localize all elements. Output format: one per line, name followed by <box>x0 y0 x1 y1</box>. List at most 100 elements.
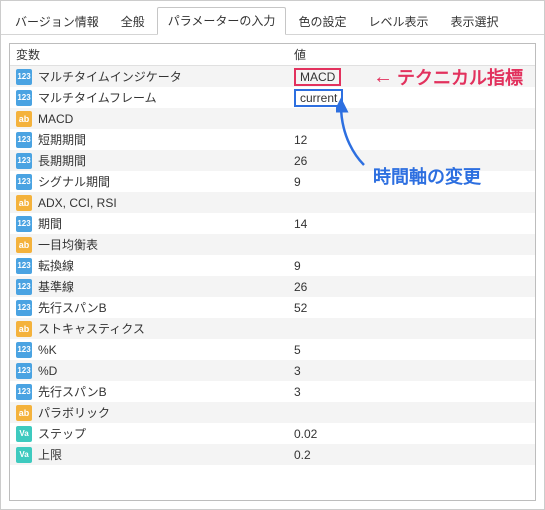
value-cell[interactable]: 9 <box>288 259 535 273</box>
table-row[interactable]: Va 上限 0.2 <box>10 444 535 465</box>
variable-cell: Vaステップ <box>10 425 288 442</box>
number-icon: 123 <box>16 384 32 400</box>
number-icon: 123 <box>16 300 32 316</box>
variable-label: マルチタイムフレーム <box>38 89 157 106</box>
variable-cell: 123 シグナル期間 <box>10 173 288 190</box>
number-icon: 123 <box>16 69 32 85</box>
table-row[interactable]: abパラボリック <box>10 402 535 423</box>
number-icon: 123 <box>16 174 32 190</box>
variable-label: パラボリック <box>38 404 110 421</box>
variable-label: %K <box>38 343 57 357</box>
variable-label: 基準線 <box>38 278 74 295</box>
text-icon: ab <box>16 195 32 211</box>
table-row[interactable]: 123マルチタイムフレーム current <box>10 87 535 108</box>
value-cell[interactable]: MACD <box>288 68 535 86</box>
value-cell[interactable]: 9 <box>288 175 535 189</box>
number-icon: 123 <box>16 363 32 379</box>
value-cell[interactable]: current <box>288 89 535 107</box>
number-icon: 123 <box>16 258 32 274</box>
variable-cell: 123%D <box>10 363 288 379</box>
value-text: 5 <box>294 343 301 357</box>
table-row[interactable]: Vaステップ 0.02 <box>10 423 535 444</box>
tab-version-info[interactable]: バージョン情報 <box>5 9 109 35</box>
number-icon: 123 <box>16 132 32 148</box>
variable-cell: abパラボリック <box>10 404 288 421</box>
value-text: 0.2 <box>294 448 311 462</box>
table-row[interactable]: 123 基準線 26 <box>10 276 535 297</box>
table-row[interactable]: 123 マルチタイムインジケータ MACD <box>10 66 535 87</box>
variable-cell: ab MACD <box>10 111 288 127</box>
table-row[interactable]: abストキャスティクス <box>10 318 535 339</box>
value-cell[interactable]: 5 <box>288 343 535 357</box>
table-row[interactable]: 123%K 5 <box>10 339 535 360</box>
value-text: current <box>294 89 343 107</box>
table-row[interactable]: 123 長期期間 26 <box>10 150 535 171</box>
table-row[interactable]: ab 一目均衡表 <box>10 234 535 255</box>
parameter-table: 変数 値 123マルチタイムインジケータMACD123マルチタイムフレームcur… <box>9 43 536 501</box>
tab-level-display[interactable]: レベル表示 <box>358 9 438 35</box>
variable-cell: 123転換線 <box>10 257 288 274</box>
variable-label: ADX, CCI, RSI <box>38 196 117 210</box>
value-cell[interactable]: 14 <box>288 217 535 231</box>
value-cell[interactable]: 26 <box>288 280 535 294</box>
value-cell[interactable]: 0.2 <box>288 448 535 462</box>
table-row[interactable]: 123 短期期間 12 <box>10 129 535 150</box>
variable-label: 一目均衡表 <box>38 236 98 253</box>
tab-bar: バージョン情報 全般 パラメーターの入力 色の設定 レベル表示 表示選択 <box>1 1 544 35</box>
value-text: MACD <box>294 68 341 86</box>
variable-cell: 123%K <box>10 342 288 358</box>
value-text: 52 <box>294 301 307 315</box>
number-icon: 123 <box>16 153 32 169</box>
tab-color-settings[interactable]: 色の設定 <box>288 9 356 35</box>
value-cell[interactable]: 0.02 <box>288 427 535 441</box>
table-row[interactable]: 123 シグナル期間 9 <box>10 171 535 192</box>
variable-cell: ab ADX, CCI, RSI <box>10 195 288 211</box>
variable-label: シグナル期間 <box>38 173 110 190</box>
table-row[interactable]: 123期間14 <box>10 213 535 234</box>
variable-cell: 123先行スパンB <box>10 299 288 316</box>
value-text: 14 <box>294 217 307 231</box>
table-row[interactable]: 123%D 3 <box>10 360 535 381</box>
variable-label: 先行スパンB <box>38 383 107 400</box>
tab-content: 変数 値 123マルチタイムインジケータMACD123マルチタイムフレームcur… <box>1 35 544 509</box>
table-row[interactable]: 123 先行スパンB 3 <box>10 381 535 402</box>
number-icon: 123 <box>16 279 32 295</box>
value-text: 0.02 <box>294 427 317 441</box>
value-cell[interactable]: 12 <box>288 133 535 147</box>
text-icon: ab <box>16 237 32 253</box>
value-text: 9 <box>294 175 301 189</box>
value-text: 3 <box>294 385 301 399</box>
table-row[interactable]: 123先行スパンB 52 <box>10 297 535 318</box>
value-cell[interactable]: 3 <box>288 385 535 399</box>
text-icon: ab <box>16 111 32 127</box>
table-row[interactable]: 123転換線9 <box>10 255 535 276</box>
tab-parameter-input[interactable]: パラメーターの入力 <box>157 7 287 35</box>
value-cell[interactable]: 52 <box>288 301 535 315</box>
variable-label: 短期期間 <box>38 131 86 148</box>
table-header: 変数 値 <box>10 44 535 66</box>
value-icon: Va <box>16 426 32 442</box>
variable-label: ストキャスティクス <box>38 320 145 337</box>
header-variable[interactable]: 変数 <box>10 46 288 63</box>
variable-cell: 123 長期期間 <box>10 152 288 169</box>
value-icon: Va <box>16 447 32 463</box>
variable-label: 長期期間 <box>38 152 86 169</box>
value-text: 3 <box>294 364 301 378</box>
variable-cell: ab 一目均衡表 <box>10 236 288 253</box>
value-cell[interactable]: 3 <box>288 364 535 378</box>
variable-cell: 123 マルチタイムインジケータ <box>10 68 288 85</box>
variable-cell: 123 基準線 <box>10 278 288 295</box>
variable-label: 上限 <box>38 446 62 463</box>
variable-label: マルチタイムインジケータ <box>38 68 182 85</box>
header-value[interactable]: 値 <box>288 46 535 63</box>
variable-cell: 123マルチタイムフレーム <box>10 89 288 106</box>
tab-display-select[interactable]: 表示選択 <box>440 9 508 35</box>
variable-cell: 123 短期期間 <box>10 131 288 148</box>
variable-label: MACD <box>38 112 73 126</box>
tab-general[interactable]: 全般 <box>111 9 155 35</box>
value-cell[interactable]: 26 <box>288 154 535 168</box>
settings-window: バージョン情報 全般 パラメーターの入力 色の設定 レベル表示 表示選択 変数 … <box>0 0 545 510</box>
table-row[interactable]: ab ADX, CCI, RSI <box>10 192 535 213</box>
table-row[interactable]: ab MACD <box>10 108 535 129</box>
number-icon: 123 <box>16 216 32 232</box>
